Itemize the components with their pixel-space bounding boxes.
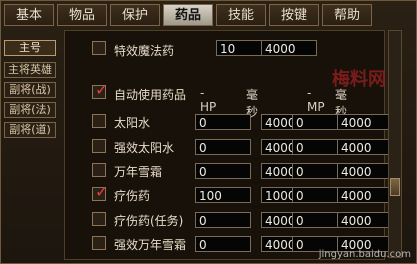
item-checkbox[interactable] <box>92 212 106 226</box>
ms2-input[interactable]: 4000 <box>337 163 393 179</box>
item-label: 疗伤药 <box>114 189 151 203</box>
item-checkbox[interactable] <box>92 139 106 153</box>
hp-input[interactable]: 0 <box>195 212 251 228</box>
check-icon: ✓ <box>95 80 109 99</box>
tab-items[interactable]: 物品 <box>57 4 107 26</box>
item-label: 强效太阳水 <box>114 141 175 155</box>
auto-use-checkbox[interactable]: ✓ <box>92 80 109 99</box>
side-sub-warrior[interactable]: 副将(战) <box>4 82 56 98</box>
side-main-hero[interactable]: 主将英雄 <box>4 62 56 78</box>
vertical-scrollbar[interactable] <box>388 30 402 258</box>
top-item-checkbox[interactable] <box>92 41 106 55</box>
hp-input[interactable]: 0 <box>195 114 251 130</box>
item-label: 疗伤药(任务) <box>114 214 184 228</box>
ms2-input[interactable]: 4000 <box>337 114 393 130</box>
tab-hotkey[interactable]: 按键 <box>269 4 319 26</box>
side-sub-mage[interactable]: 副将(法) <box>4 102 56 118</box>
ms2-input[interactable]: 4000 <box>337 187 393 203</box>
scroll-thumb[interactable] <box>390 178 400 196</box>
tab-medicine[interactable]: 药品 <box>163 4 213 26</box>
tab-skill[interactable]: 技能 <box>216 4 266 26</box>
item-label: 强效万年雪霜 <box>114 238 187 252</box>
hp-input[interactable]: 0 <box>195 236 251 252</box>
hp-header: -HP <box>200 86 217 114</box>
check-icon: ✓ <box>95 182 109 201</box>
watermark-url: jingyan.baidu.com <box>318 249 411 260</box>
hp-input[interactable]: 100 <box>195 187 251 203</box>
top-item-input-2[interactable]: 4000 <box>261 40 317 56</box>
side-main[interactable]: 主号 <box>4 40 56 56</box>
tab-protect[interactable]: 保护 <box>110 4 160 26</box>
tab-basic[interactable]: 基本 <box>4 4 54 26</box>
ms2-input[interactable]: 4000 <box>337 212 393 228</box>
auto-use-label: 自动使用药品 <box>114 88 187 102</box>
side-sub-taoist[interactable]: 副将(道) <box>4 122 56 138</box>
item-checkbox[interactable]: ✓ <box>92 182 109 201</box>
ms2-input[interactable]: 4000 <box>337 139 393 155</box>
hp-input[interactable]: 0 <box>195 139 251 155</box>
watermark-text: 梅料网 <box>332 69 386 90</box>
mp-header: -MP <box>307 86 325 114</box>
item-checkbox[interactable] <box>92 114 106 128</box>
tab-help[interactable]: 帮助 <box>322 4 372 26</box>
hp-input[interactable]: 0 <box>195 163 251 179</box>
item-checkbox[interactable] <box>92 163 106 177</box>
top-item-label: 特效魔法药 <box>114 44 175 58</box>
item-checkbox[interactable] <box>92 236 106 250</box>
item-label: 万年雪霜 <box>114 165 163 179</box>
item-label: 太阳水 <box>114 116 151 130</box>
